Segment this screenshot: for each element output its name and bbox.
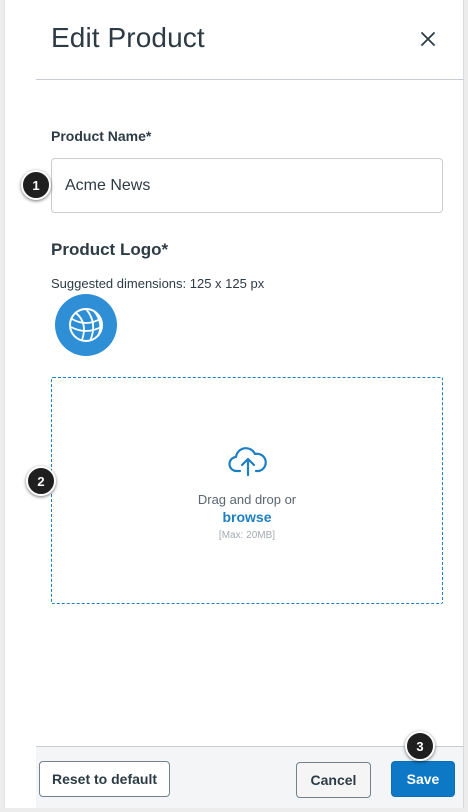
product-name-input[interactable] xyxy=(51,158,443,213)
close-icon xyxy=(421,32,435,46)
cloud-upload-icon xyxy=(228,447,267,477)
cancel-button[interactable]: Cancel xyxy=(296,762,371,798)
close-button[interactable] xyxy=(413,24,443,54)
dialog-footer: Reset to default Cancel Save xyxy=(36,746,463,808)
callout-marker: 3 xyxy=(405,731,435,761)
dimensions-hint: Suggested dimensions: 125 x 125 px xyxy=(51,276,265,291)
max-size-note: [Max: 20MB] xyxy=(218,530,276,541)
globe-icon xyxy=(69,308,103,342)
browse-link[interactable]: browse xyxy=(52,509,442,525)
save-button[interactable]: Save xyxy=(391,761,455,797)
reset-to-default-button[interactable]: Reset to default xyxy=(39,761,170,797)
logo-dropzone[interactable]: Drag and drop or browse [Max: 20MB] xyxy=(51,377,443,604)
header-divider xyxy=(36,79,463,80)
product-logo-preview xyxy=(55,294,117,356)
edit-product-tray: Edit Product Product Name* Product Logo*… xyxy=(4,0,464,808)
product-logo-label: Product Logo* xyxy=(51,240,169,259)
dropzone-instructions: Drag and drop or xyxy=(197,492,297,507)
product-name-label: Product Name* xyxy=(51,128,152,144)
callout-marker: 1 xyxy=(21,170,51,200)
screenshot-frame: Edit Product Product Name* Product Logo*… xyxy=(0,0,468,812)
callout-marker: 2 xyxy=(26,466,56,496)
dialog-title: Edit Product xyxy=(51,22,205,53)
